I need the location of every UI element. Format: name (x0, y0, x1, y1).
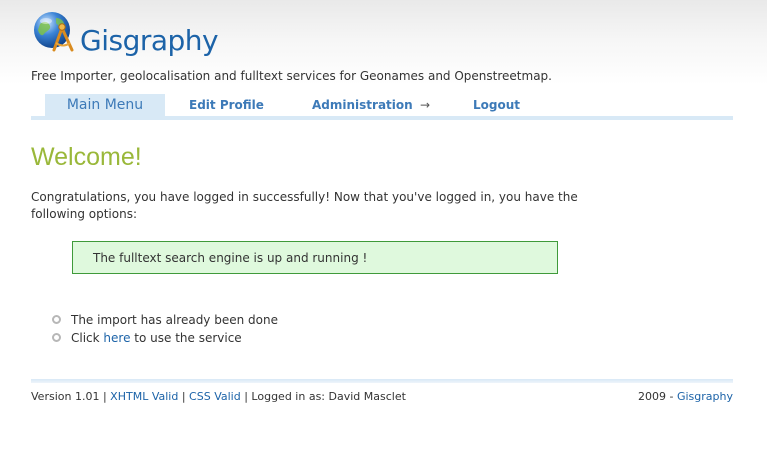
brand-name[interactable]: Gisgraphy (80, 27, 219, 55)
nav-main-menu[interactable]: Main Menu (45, 94, 165, 116)
here-link[interactable]: here (103, 331, 130, 345)
nav-underline (31, 116, 733, 120)
bullet-icon (52, 315, 61, 324)
nav-edit-profile[interactable]: Edit Profile (189, 94, 264, 116)
globe-compass-icon[interactable] (32, 10, 78, 56)
page: Gisgraphy Free Importer, geolocalisation… (0, 0, 767, 461)
tagline: Free Importer, geolocalisation and fullt… (31, 69, 552, 83)
status-message: The fulltext search engine is up and run… (72, 241, 558, 274)
xhtml-valid-link[interactable]: XHTML Valid (110, 390, 178, 403)
bullet-icon (52, 333, 61, 342)
arrow-right-icon: → (420, 98, 431, 112)
copyright-year: 2009 - (638, 390, 677, 403)
status-text: The fulltext search engine is up and run… (93, 251, 368, 265)
list-item: Click here to use the service (52, 329, 278, 347)
option-import-done: The import has already been done (71, 313, 278, 327)
option-click-suffix: to use the service (130, 331, 242, 345)
nav-administration[interactable]: Administration (312, 94, 413, 116)
page-title: Welcome! (31, 143, 142, 171)
separator: | (102, 390, 107, 403)
options-list: The import has already been done Click h… (52, 311, 278, 347)
main-navigation: Main Menu Edit Profile Administration → … (45, 94, 733, 118)
list-item: The import has already been done (52, 311, 278, 329)
footer-divider (31, 379, 733, 383)
footer-brand-link[interactable]: Gisgraphy (677, 390, 733, 403)
css-valid-link[interactable]: CSS Valid (189, 390, 241, 403)
separator: | (181, 390, 186, 403)
nav-logout[interactable]: Logout (473, 94, 520, 116)
logged-in-text: Logged in as: David Masclet (251, 390, 406, 403)
option-click-prefix: Click (71, 331, 104, 345)
version-text: Version 1.01 (31, 390, 100, 403)
separator: | (244, 390, 248, 403)
intro-text: Congratulations, you have logged in succ… (31, 190, 578, 221)
footer-right: 2009 - Gisgraphy (638, 390, 733, 403)
footer-left: Version 1.01 | XHTML Valid | CSS Valid |… (31, 390, 406, 403)
